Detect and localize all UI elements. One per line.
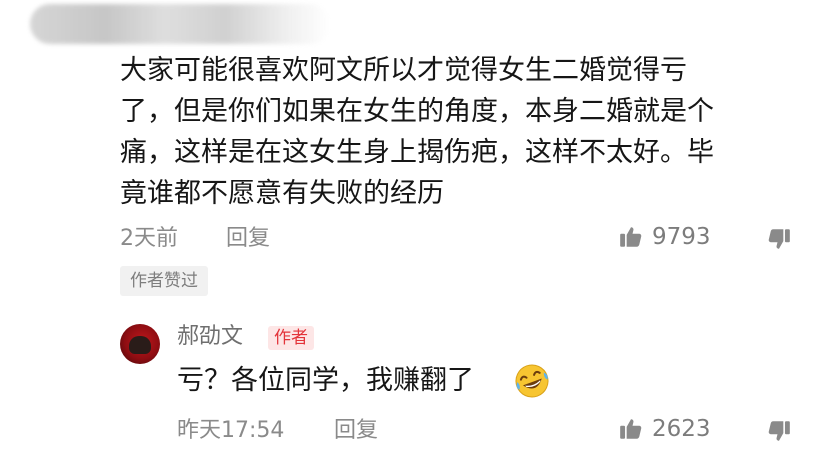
comment-time: 2天前 [120, 226, 178, 251]
comment-line: 了，但是你们如果在女生的角度，本身二婚就是个 [120, 96, 714, 127]
comment-line: 痛，这样是在这女生身上揭伤疤，这样不太好。毕 [120, 137, 714, 168]
comment-like-button[interactable]: 9793 [618, 224, 711, 250]
comment-like-count: 9793 [652, 224, 711, 250]
comment-reply-button[interactable]: 回复 [226, 226, 270, 252]
thumbs-up-icon [618, 416, 644, 442]
reply-like-button[interactable]: 2623 [618, 416, 711, 442]
redacted-username-scribble [30, 4, 330, 44]
comment-line: 大家可能很喜欢阿文所以才觉得女生二婚觉得亏 [120, 55, 687, 86]
author-badge: 作者 [268, 326, 314, 350]
comment-body: 大家可能很喜欢阿文所以才觉得女生二婚觉得亏 了，但是你们如果在女生的角度，本身二… [120, 50, 800, 214]
comment-line: 竟谁都不愿意有失败的经历 [120, 178, 444, 209]
reply-like-count: 2623 [652, 416, 711, 442]
reply-body: 亏？各位同学，我赚翻了 [177, 365, 474, 396]
author-liked-tag: 作者赞过 [120, 266, 208, 296]
rolling-laughing-emoji-icon [513, 362, 551, 400]
reply-time: 昨天17:54 [177, 418, 285, 443]
thumbs-down-icon[interactable] [766, 226, 792, 252]
thumbs-up-icon [618, 224, 644, 250]
reply-username[interactable]: 郝劭文 [177, 324, 243, 350]
reply-reply-button[interactable]: 回复 [334, 418, 378, 444]
avatar[interactable] [120, 324, 160, 364]
thumbs-down-icon[interactable] [766, 418, 792, 444]
